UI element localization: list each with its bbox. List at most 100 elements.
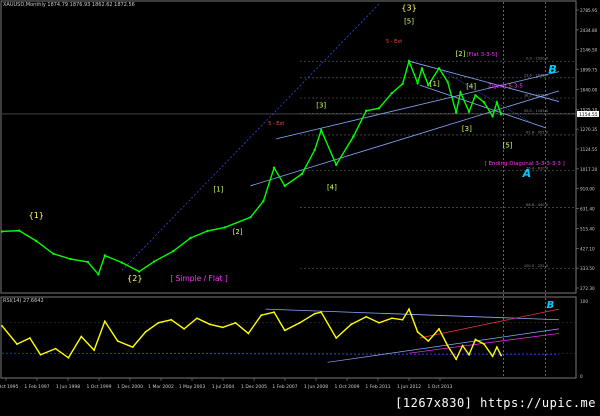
- price-point: [172, 249, 175, 253]
- rsi-label: RSI(14) 27.6642: [3, 298, 44, 304]
- rsi-point: [491, 355, 494, 358]
- x-axis-label: 1 Oct 1999: [87, 384, 112, 390]
- rsi-point: [247, 332, 250, 335]
- wave-label: 5 - Ext: [268, 121, 284, 127]
- price-point: [272, 166, 276, 169]
- price-axis-label: 2434.80: [580, 28, 598, 33]
- price-point: [17, 229, 21, 232]
- price-point: [495, 101, 499, 104]
- rsi-point: [208, 323, 211, 326]
- price-point: [390, 91, 394, 95]
- price-point: [189, 236, 192, 240]
- price-axis-label: 910.00: [580, 187, 595, 192]
- price-point: [474, 94, 477, 97]
- rsi-point: [131, 346, 134, 349]
- wave-label: {3}: [401, 4, 416, 13]
- rsi-point: [93, 349, 96, 352]
- wave-label: Zigzag 5-3-5: [488, 83, 523, 89]
- rsi-point: [39, 353, 42, 356]
- rsi-point: [446, 344, 449, 347]
- rsi-point: [320, 311, 323, 314]
- price-point: [482, 101, 486, 104]
- x-axis-label: 1 Feb 2011: [365, 384, 390, 390]
- price-axis-label: 333.50: [580, 266, 595, 271]
- fib-level-label: 88.6 - 440.0: [526, 203, 549, 207]
- rsi-point: [350, 323, 353, 326]
- rsi-axis-label: 0: [580, 374, 583, 379]
- price-point: [52, 252, 55, 255]
- rsi-point: [170, 318, 173, 321]
- rsi-point: [500, 354, 503, 357]
- price-point: [364, 109, 368, 113]
- price-point: [103, 254, 107, 257]
- price-axis-label: 2146.50: [580, 48, 598, 53]
- price-point: [262, 200, 265, 203]
- x-axis-label: 1 Feb 2007: [272, 384, 297, 390]
- price-point: [491, 115, 494, 118]
- x-axis-label: 1 Jul 2004: [212, 384, 235, 390]
- rsi-point: [495, 346, 498, 349]
- wave-label: [3]: [462, 125, 472, 133]
- x-axis-label: 1 Feb 1997: [24, 384, 49, 390]
- price-point: [206, 229, 209, 233]
- price-point: [335, 163, 338, 166]
- price-axis-label: 631.40: [580, 207, 595, 212]
- price-axis-label: 427.10: [580, 246, 595, 251]
- price-axis-label: 1017.20: [580, 167, 598, 172]
- wave-label: {1}: [29, 211, 44, 220]
- rsi-point: [313, 312, 316, 315]
- price-axis-label: 1899.75: [580, 68, 598, 73]
- price-point: [459, 91, 462, 94]
- rsi-point: [103, 320, 106, 323]
- price-point: [223, 226, 227, 229]
- price-point: [120, 261, 124, 264]
- price-point: [313, 148, 316, 151]
- fib-level-label: 50.0 - 1163.0: [524, 109, 549, 113]
- rsi-point: [16, 343, 18, 345]
- rsi-alt-count-marker: B: [547, 300, 555, 311]
- price-axis-label: 1124.55: [580, 147, 598, 152]
- wave-label: [1]: [430, 80, 440, 88]
- price-axis-label: 2785.95: [580, 8, 598, 13]
- wave-label: [2]: [233, 228, 243, 236]
- x-axis-label: 1 Oct 1995: [0, 384, 19, 390]
- price-axis-label: 1640.00: [580, 87, 598, 92]
- rsi-point: [378, 321, 380, 324]
- rsi-point: [157, 321, 160, 324]
- wave-label: [2]: [455, 50, 465, 58]
- price-point: [416, 81, 419, 85]
- rsi-point: [221, 326, 224, 329]
- price-point: [300, 172, 304, 176]
- price-point: [152, 260, 156, 263]
- chart-canvas[interactable]: XAUUSD,Monthly 1874.79 1876.93 1862.62 1…: [0, 0, 600, 412]
- rsi-point: [260, 314, 263, 317]
- price-axis-label: 515.40: [580, 226, 595, 231]
- fib-level-label: 100.0 - 252.0: [524, 264, 549, 268]
- rsi-point: [28, 337, 31, 339]
- price-point: [437, 67, 441, 70]
- rsi-point: [273, 311, 275, 314]
- rsi-point: [183, 327, 185, 330]
- price-point: [0, 230, 4, 233]
- wave-label: [3]: [316, 101, 326, 109]
- price-point: [97, 273, 100, 276]
- wave-label: [5]: [404, 17, 414, 25]
- price-point: [420, 67, 424, 70]
- wave-label: [ Simple / Flat ]: [170, 274, 228, 283]
- price-point: [499, 113, 503, 116]
- rsi-point: [1, 324, 3, 327]
- fib-level-label: 0.0 - 1920.0: [526, 57, 549, 61]
- rsi-point: [67, 356, 70, 359]
- rsi-point: [461, 344, 464, 347]
- price-point: [352, 135, 355, 138]
- rsi-point: [408, 308, 410, 311]
- price-axis-label: 272.30: [580, 286, 595, 291]
- rsi-point: [438, 327, 440, 330]
- rsi-point: [416, 331, 419, 333]
- rsi-axis-label: 100: [580, 299, 588, 304]
- rsi-point: [283, 329, 286, 332]
- price-point: [407, 59, 411, 63]
- price-point: [467, 110, 471, 113]
- price-point: [137, 270, 141, 273]
- chart-svg[interactable]: XAUUSD,Monthly 1874.79 1876.93 1862.62 1…: [0, 0, 600, 412]
